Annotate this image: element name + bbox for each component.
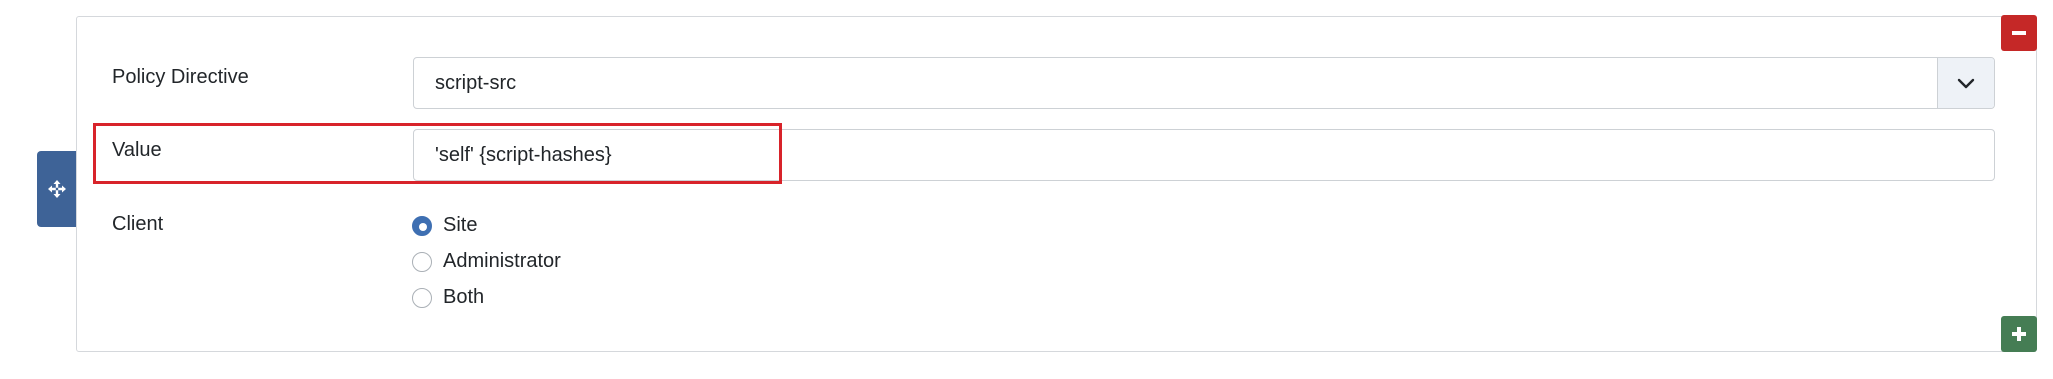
chevron-down-icon: [1957, 78, 1975, 89]
radio-both[interactable]: [412, 287, 432, 308]
policy-directive-select[interactable]: script-src: [413, 57, 1995, 109]
client-option-site[interactable]: Site: [412, 214, 477, 237]
value-label: Value: [112, 139, 162, 161]
plus-icon: [2012, 327, 2026, 341]
radio-administrator-label: Administrator: [443, 250, 561, 272]
client-option-both[interactable]: Both: [412, 286, 484, 309]
radio-both-label: Both: [443, 286, 485, 308]
remove-row-button[interactable]: [2001, 15, 2037, 51]
client-option-administrator[interactable]: Administrator: [412, 250, 561, 273]
add-row-button[interactable]: [2001, 316, 2037, 352]
radio-site-label: Site: [443, 214, 478, 236]
policy-directive-selected-value: script-src: [435, 72, 517, 94]
drag-handle[interactable]: [37, 151, 76, 227]
radio-administrator[interactable]: [412, 251, 432, 272]
select-toggle[interactable]: [1937, 58, 1994, 108]
move-arrows-icon: [47, 180, 66, 198]
policy-directive-label: Policy Directive: [112, 66, 249, 88]
client-label: Client: [112, 213, 164, 235]
minus-icon: [2012, 31, 2026, 35]
radio-site[interactable]: [412, 215, 432, 236]
value-input[interactable]: [413, 129, 1995, 181]
